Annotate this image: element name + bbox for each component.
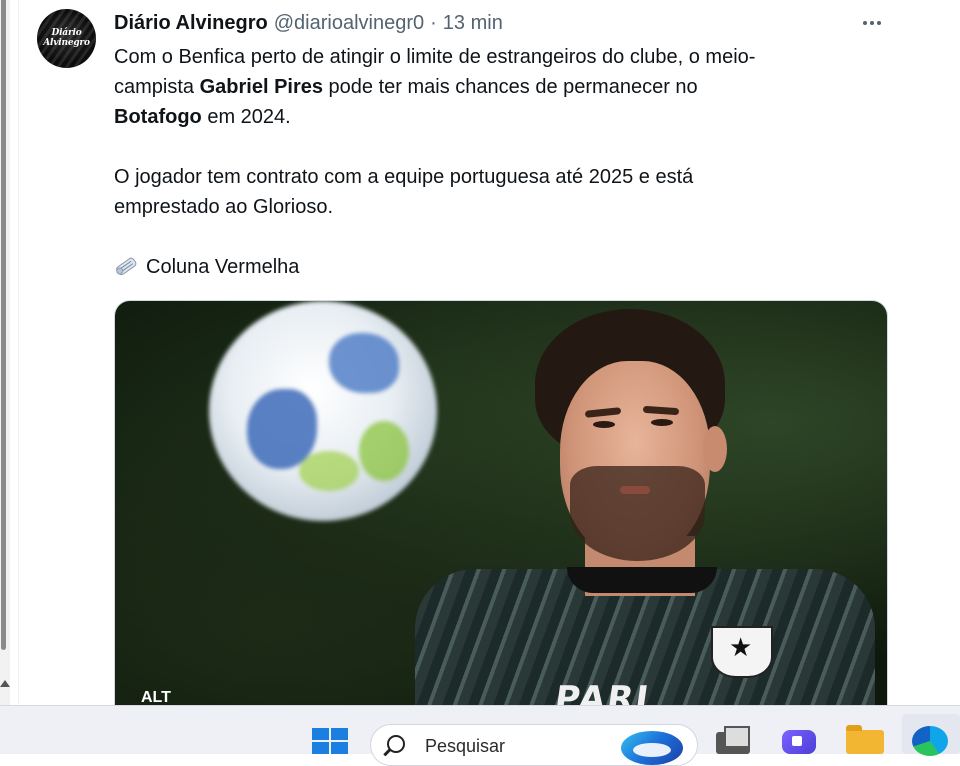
- player-ear: [703, 426, 727, 472]
- copilot-icon[interactable]: [621, 731, 683, 765]
- avatar-logo-text: Diário Alvinegro: [37, 28, 96, 48]
- tweet-line-5: emprestado ao Glorioso.: [114, 196, 334, 218]
- left-scrollbar[interactable]: [0, 0, 10, 705]
- search-placeholder: Pesquisar: [425, 736, 506, 756]
- player-eye: [593, 421, 615, 428]
- tweet-header: Diário Alvinegro @diarioalvinegr0 · 13 m…: [114, 9, 503, 37]
- player-eye: [651, 419, 673, 426]
- shirt-sponsor-text: PARI: [552, 679, 653, 706]
- author-handle[interactable]: @diarioalvinegr0: [274, 12, 424, 35]
- tweet-timestamp[interactable]: 13 min: [443, 12, 503, 35]
- tweet-line-2: campista Gabriel Pires pode ter mais cha…: [114, 72, 698, 102]
- meet-icon[interactable]: [782, 730, 816, 754]
- tweet-line-1: Com o Benfica perto de atingir o limite …: [114, 46, 756, 68]
- tweet-line-4: O jogador tem contrato com a equipe port…: [114, 166, 694, 188]
- windows-taskbar: Pesquisar: [0, 705, 960, 766]
- avatar-text-line-2: Alvinegro: [43, 38, 90, 48]
- club-crest-icon: [711, 626, 773, 678]
- scrollbar-thumb[interactable]: [1, 0, 6, 650]
- line-2-post: pode ter mais chances de permanecer no: [323, 76, 698, 98]
- more-icon[interactable]: [858, 12, 886, 34]
- football-ball: [209, 301, 437, 521]
- search-icon: [387, 735, 405, 753]
- right-background: [911, 0, 960, 705]
- author-name[interactable]: Diário Alvinegro: [114, 12, 268, 35]
- shirt-collar: [567, 567, 717, 593]
- player-name: Gabriel Pires: [199, 76, 323, 98]
- taskbar-search-box[interactable]: Pesquisar: [370, 724, 698, 766]
- club-name: Botafogo: [114, 106, 202, 128]
- windows-start-icon[interactable]: [312, 728, 348, 754]
- scroll-arrow-icon[interactable]: [0, 680, 10, 687]
- avatar[interactable]: Diário Alvinegro: [37, 9, 96, 68]
- alt-badge[interactable]: ALT: [141, 689, 171, 706]
- tweet-line-6: Coluna Vermelha: [114, 252, 299, 282]
- tweet-line-3: Botafogo em 2024.: [114, 102, 291, 132]
- file-explorer-icon[interactable]: [846, 725, 884, 754]
- edge-taskbar-button[interactable]: [902, 714, 960, 756]
- separator-dot: ·: [430, 11, 437, 34]
- player-mouth: [620, 486, 650, 494]
- tweet-media-image[interactable]: PARI ALT: [114, 300, 888, 706]
- player-beard: [570, 466, 705, 561]
- line-2-pre: campista: [114, 76, 200, 98]
- source-label: Coluna Vermelha: [146, 256, 300, 278]
- edge-browser-icon: [912, 726, 948, 756]
- line-3-post: em 2024.: [201, 106, 291, 128]
- avatar-text-line-1: Diário: [51, 28, 82, 38]
- task-view-icon[interactable]: [716, 726, 750, 754]
- newspaper-icon: [116, 257, 137, 276]
